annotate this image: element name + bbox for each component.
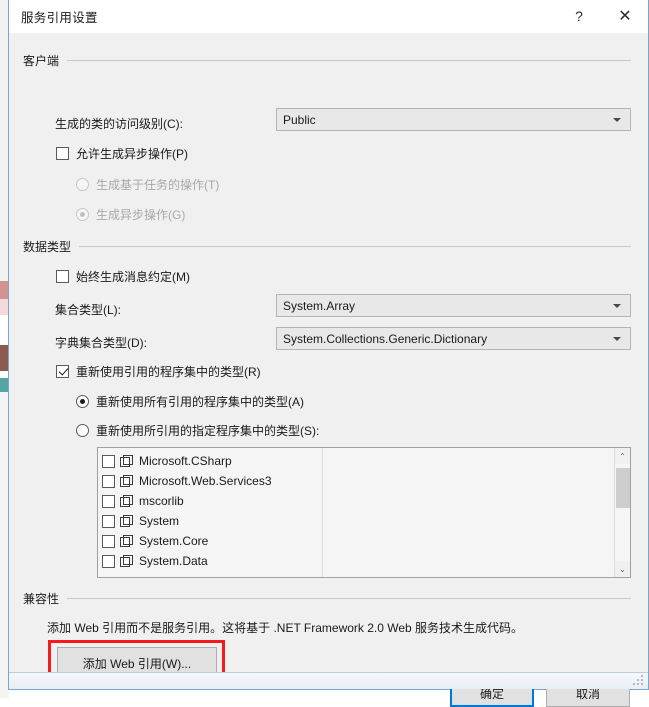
scroll-down-icon[interactable]: ⌄ [614, 561, 630, 577]
task-based-radio [76, 178, 89, 191]
assembly-checkbox[interactable] [102, 454, 115, 468]
assembly-checkbox[interactable] [102, 474, 115, 488]
dictionary-type-value: System.Collections.Generic.Dictionary [283, 331, 488, 346]
assembly-icon [120, 535, 133, 547]
allow-async-label: 允许生成异步操作(P) [76, 147, 188, 161]
data-type-group-legend: 数据类型 [23, 239, 72, 254]
assembly-checkbox[interactable] [102, 494, 115, 508]
list-item[interactable]: Microsoft.CSharp [102, 451, 614, 471]
list-item[interactable]: System.Data [102, 551, 614, 571]
assembly-name: Microsoft.Web.Services3 [139, 474, 272, 488]
collection-type-value: System.Array [283, 298, 356, 313]
title-bar: 服务引用设置 ? ✕ [9, 0, 648, 33]
assembly-list-items: Microsoft.CSharp Microsoft.Web.Services3… [98, 448, 614, 577]
access-level-combobox[interactable]: Public [276, 108, 631, 131]
scroll-up-icon[interactable]: ⌃ [614, 448, 630, 464]
assembly-name: System.Data [139, 554, 208, 568]
async-operations-label: 生成异步操作(G) [96, 208, 186, 222]
collection-type-combobox[interactable]: System.Array [276, 294, 631, 317]
assembly-name: mscorlib [139, 494, 184, 508]
group-divider-line [79, 245, 631, 247]
assembly-icon [120, 455, 133, 467]
async-operations-radio-row: 生成异步操作(G) [76, 206, 185, 223]
client-group: 客户端 [23, 53, 631, 68]
client-group-legend: 客户端 [23, 53, 60, 68]
assembly-icon [120, 495, 133, 507]
list-item[interactable]: System.Core [102, 531, 614, 551]
list-item[interactable]: System [102, 511, 614, 531]
status-strip [9, 672, 648, 689]
assembly-checkbox[interactable] [102, 534, 115, 548]
compatibility-group-header: 兼容性 [23, 591, 631, 606]
assembly-icon [120, 555, 133, 567]
assembly-name: System [139, 514, 180, 528]
assembly-listbox[interactable]: Microsoft.CSharp Microsoft.Web.Services3… [97, 447, 631, 578]
dictionary-type-combobox[interactable]: System.Collections.Generic.Dictionary [276, 327, 631, 350]
dialog-body: 客户端 生成的类的访问级别(C): Public 允许生成异步操作(P) 生成基… [9, 33, 648, 707]
always-message-contracts-label: 始终生成消息约定(M) [76, 270, 190, 284]
compatibility-group: 兼容性 [23, 591, 631, 606]
reuse-types-row[interactable]: 重新使用引用的程序集中的类型(R) [56, 363, 261, 380]
assembly-checkbox[interactable] [102, 514, 115, 528]
list-item[interactable]: mscorlib [102, 491, 614, 511]
data-type-group-header: 数据类型 [23, 239, 631, 254]
close-icon[interactable]: ✕ [602, 0, 648, 32]
reuse-types-checkbox[interactable] [56, 365, 69, 378]
reuse-all-radio[interactable] [76, 395, 89, 408]
access-level-value: Public [283, 112, 316, 127]
assembly-icon [120, 515, 133, 527]
data-type-group: 数据类型 [23, 239, 631, 254]
dictionary-type-label: 字典集合类型(D): [55, 336, 147, 350]
reuse-specified-label: 重新使用所引用的指定程序集中的类型(S): [96, 424, 320, 438]
service-reference-settings-dialog: 服务引用设置 ? ✕ 客户端 生成的类的访问级别(C): Public 允许生成… [8, 0, 649, 707]
compatibility-description: 添加 Web 引用而不是服务引用。这将基于 .NET Framework 2.0… [47, 621, 524, 635]
reuse-specified-radio-row[interactable]: 重新使用所引用的指定程序集中的类型(S): [76, 422, 319, 439]
allow-async-checkbox[interactable] [56, 147, 69, 160]
always-message-contracts-row[interactable]: 始终生成消息约定(M) [56, 268, 190, 285]
async-operations-radio [76, 208, 89, 221]
reuse-types-label: 重新使用引用的程序集中的类型(R) [76, 365, 261, 379]
help-icon[interactable]: ? [556, 0, 602, 32]
reuse-all-radio-row[interactable]: 重新使用所有引用的程序集中的类型(A) [76, 393, 304, 410]
chevron-down-icon [613, 303, 621, 308]
access-level-label: 生成的类的访问级别(C): [55, 117, 183, 131]
reuse-all-label: 重新使用所有引用的程序集中的类型(A) [96, 395, 304, 409]
reuse-specified-radio[interactable] [76, 424, 89, 437]
chevron-down-icon [613, 336, 621, 341]
compatibility-group-legend: 兼容性 [23, 591, 60, 606]
always-message-contracts-checkbox[interactable] [56, 270, 69, 283]
assembly-list-scrollbar[interactable]: ⌃ ⌄ [614, 448, 630, 577]
resize-grip-icon[interactable] [633, 675, 645, 687]
assembly-name: Microsoft.CSharp [139, 454, 232, 468]
allow-async-checkbox-row[interactable]: 允许生成异步操作(P) [56, 145, 188, 162]
window-title: 服务引用设置 [21, 10, 98, 25]
group-divider-line [67, 597, 631, 599]
assembly-icon [120, 475, 133, 487]
client-group-header: 客户端 [23, 53, 631, 68]
task-based-radio-row: 生成基于任务的操作(T) [76, 176, 219, 193]
scrollbar-thumb[interactable] [615, 468, 630, 508]
scrollbar-track[interactable] [614, 464, 630, 561]
group-divider-line [67, 59, 631, 61]
list-item[interactable]: Microsoft.Web.Services3 [102, 471, 614, 491]
assembly-checkbox[interactable] [102, 554, 115, 568]
chevron-down-icon [613, 117, 621, 122]
assembly-name: System.Core [139, 534, 209, 548]
collection-type-label: 集合类型(L): [55, 303, 122, 317]
task-based-label: 生成基于任务的操作(T) [96, 178, 220, 192]
